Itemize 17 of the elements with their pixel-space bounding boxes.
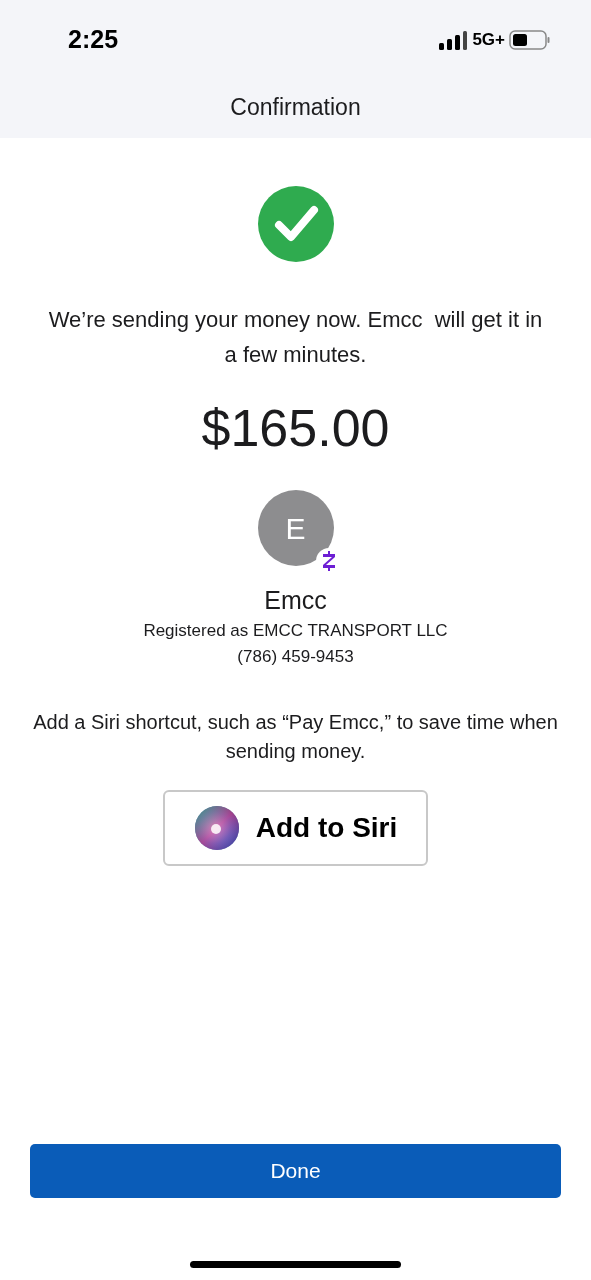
siri-orb-icon: [193, 805, 240, 851]
network-label: 5G+: [472, 29, 505, 52]
checkmark-icon: [257, 186, 334, 262]
recipient-name: Emcc: [264, 585, 327, 616]
siri-hint: Add a Siri shortcut, such as “Pay Emcc,” to save time when sending money.: [32, 710, 559, 764]
add-to-siri-button[interactable]: Add to Siri: [163, 790, 428, 866]
battery-icon: [509, 30, 551, 50]
registered-name: Registered as EMCC TRANSPORT LLC: [143, 620, 448, 642]
recipient-phone: (786) 459-9453: [237, 646, 354, 668]
done-button[interactable]: Done: [30, 1144, 561, 1198]
home-indicator[interactable]: [190, 1261, 401, 1268]
signal-icon: [439, 30, 469, 50]
amount: $165.00: [201, 398, 390, 459]
confirmation-message: We’re sending your money now. Emcc will get it in a few minutes.: [47, 306, 544, 369]
status-time: 2:25: [68, 24, 119, 56]
recipient-avatar: E: [257, 490, 334, 566]
screen-title: Confirmation: [230, 92, 361, 122]
